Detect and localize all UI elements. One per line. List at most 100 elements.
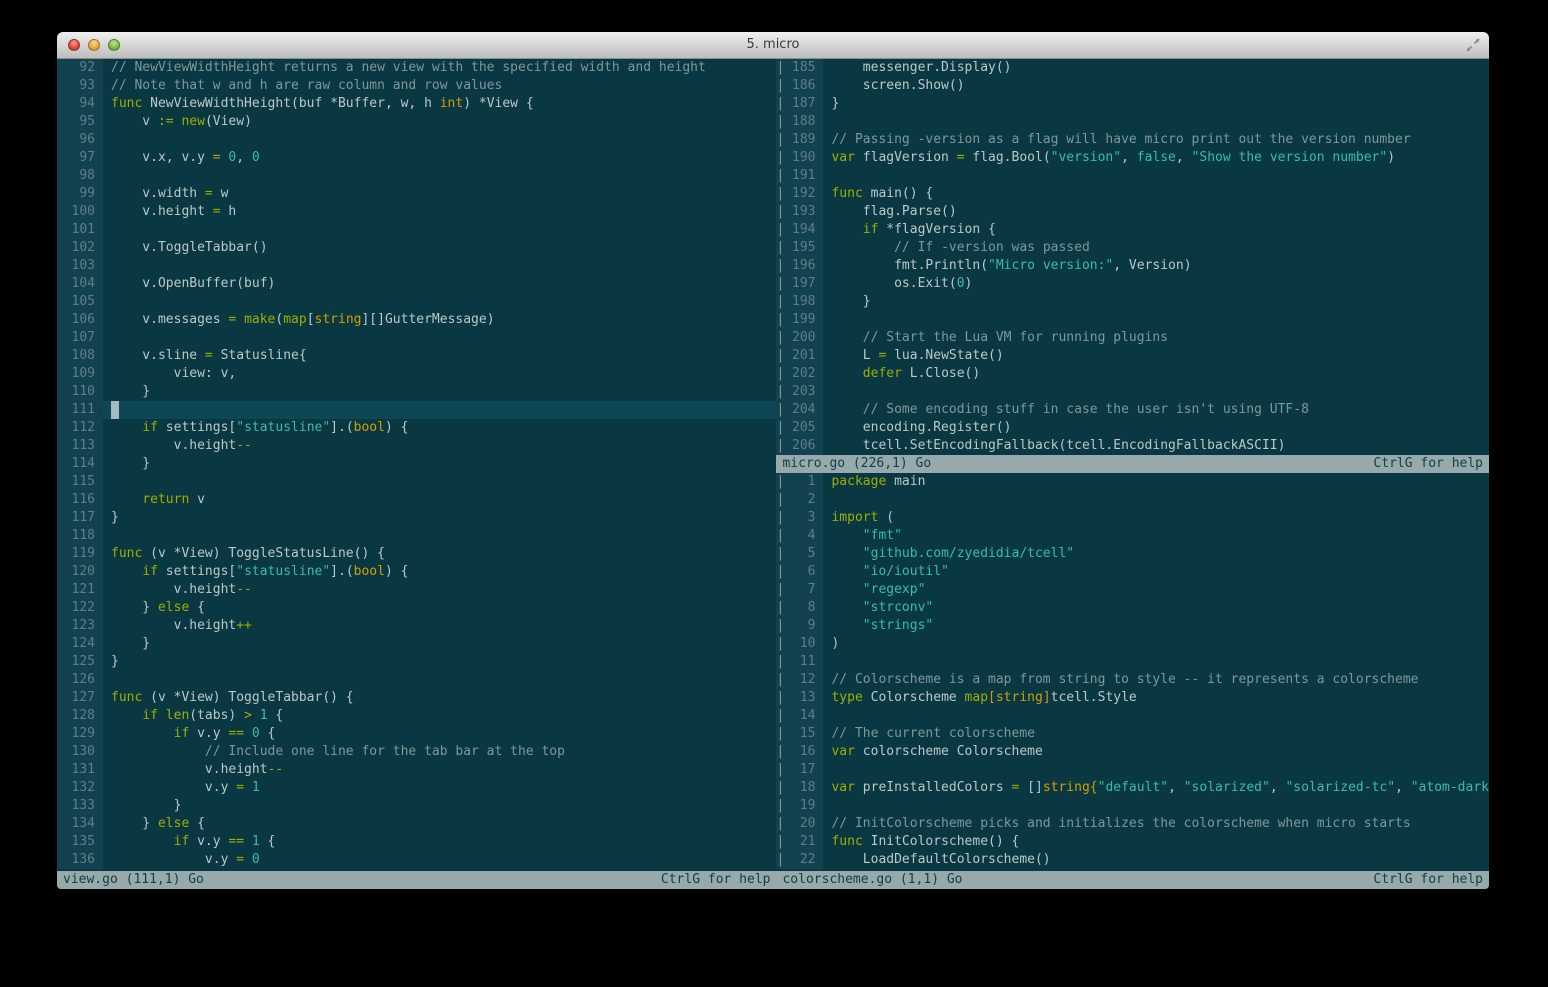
code-line[interactable]: 128 if len(tabs) > 1 { (57, 707, 776, 725)
code-line[interactable]: 116 return v (57, 491, 776, 509)
code-line[interactable]: | 21 func InitColorscheme() { (776, 833, 1489, 851)
code-line[interactable]: | 196 fmt.Println("Micro version:", Versi… (776, 257, 1489, 275)
line-number: 21 (785, 833, 824, 851)
code-line[interactable]: 123 v.height++ (57, 617, 776, 635)
code-line[interactable]: 92 // NewViewWidthHeight returns a new vi… (57, 59, 776, 77)
code-line[interactable]: | 187} (776, 95, 1489, 113)
code-line[interactable]: | 203 (776, 383, 1489, 401)
code-line[interactable]: | 185 messenger.Display() (776, 59, 1489, 77)
code-line[interactable]: 136 v.y = 0 (57, 851, 776, 869)
code-line[interactable]: | 9 "strings" (776, 617, 1489, 635)
code-line[interactable]: 99 v.width = w (57, 185, 776, 203)
code-line[interactable]: | 16 var colorscheme Colorscheme (776, 743, 1489, 761)
code-line[interactable]: 115 (57, 473, 776, 491)
title-bar[interactable]: 5. micro (57, 32, 1489, 59)
code-area[interactable]: | 185 messenger.Display() | 186 screen.Show… (776, 59, 1489, 455)
code-line[interactable]: 120 if settings["statusline"].(bool) { (57, 563, 776, 581)
code-line[interactable]: 111 (57, 401, 777, 419)
code-line[interactable]: | 202 defer L.Close() (776, 365, 1489, 383)
code-line[interactable]: | 194 if *flagVersion { (776, 221, 1489, 239)
code-line[interactable]: | 13 type Colorscheme map[string]tcell.Sty… (776, 689, 1489, 707)
code-line[interactable]: 131 v.height-- (57, 761, 776, 779)
code-line[interactable]: | 10) (776, 635, 1489, 653)
code-line[interactable]: 132 v.y = 1 (57, 779, 776, 797)
code-line[interactable]: | 199 (776, 311, 1489, 329)
code-line[interactable]: | 206 tcell.SetEncodingFallback(tcell.Enc… (776, 437, 1489, 455)
code-line[interactable]: 98 (57, 167, 776, 185)
editor-pane-micro-go[interactable]: | 185 messenger.Display() | 186 screen.Show… (776, 59, 1489, 473)
editor-pane-colorscheme-go[interactable]: | 1 package main | 2 | 3 import (| 4 "fmt" | 5 "gi… (776, 473, 1489, 889)
code-line[interactable]: 133 } (57, 797, 776, 815)
code-line[interactable]: 110 } (57, 383, 776, 401)
code-line[interactable]: | 190 var flagVersion = flag.Bool("version… (776, 149, 1489, 167)
code-line[interactable]: 117} (57, 509, 776, 527)
code-line[interactable]: 109 view: v, (57, 365, 776, 383)
code-line[interactable]: 126 (57, 671, 776, 689)
code-line[interactable]: | 20 // InitColorscheme picks and initiali… (776, 815, 1489, 833)
code-line[interactable]: | 201 L = lua.NewState() (776, 347, 1489, 365)
code-line[interactable]: | 7 "regexp" (776, 581, 1489, 599)
code-line[interactable]: | 193 flag.Parse() (776, 203, 1489, 221)
code-line[interactable]: 106 v.messages = make(map[string][]Gutte… (57, 311, 776, 329)
code-line[interactable]: 118 (57, 527, 776, 545)
code-line[interactable]: 122 } else { (57, 599, 776, 617)
code-line[interactable]: | 192 func main() { (776, 185, 1489, 203)
code-line[interactable]: 129 if v.y == 0 { (57, 725, 776, 743)
code-line[interactable]: 125} (57, 653, 776, 671)
fullscreen-arrows-icon[interactable] (1465, 37, 1481, 53)
code-line[interactable]: | 189 // Passing -version as a flag will h… (776, 131, 1489, 149)
code-line[interactable]: | 191 (776, 167, 1489, 185)
code-line[interactable]: | 11 (776, 653, 1489, 671)
code-line[interactable]: 101 (57, 221, 776, 239)
code-line[interactable]: 135 if v.y == 1 { (57, 833, 776, 851)
code-line[interactable]: 130 // Include one line for the tab bar … (57, 743, 776, 761)
code-line[interactable]: 121 v.height-- (57, 581, 776, 599)
code-area[interactable]: | 1 package main | 2 | 3 import (| 4 "fmt" | 5 "gi… (776, 473, 1489, 871)
code-line[interactable]: 119 func (v *View) ToggleStatusLine() { (57, 545, 776, 563)
code-line[interactable]: 105 (57, 293, 776, 311)
code-line[interactable]: 100 v.height = h (57, 203, 776, 221)
code-line[interactable]: | 195 // If -version was passed (776, 239, 1489, 257)
code-line[interactable]: 93 // Note that w and h are raw column an… (57, 77, 776, 95)
code-line[interactable]: 95 v := new(View) (57, 113, 776, 131)
code-line[interactable]: 114 } (57, 455, 776, 473)
code-line[interactable]: | 205 encoding.Register() (776, 419, 1489, 437)
code-line[interactable]: | 2 (776, 491, 1489, 509)
code-line[interactable]: 96 (57, 131, 776, 149)
code-line[interactable]: | 198 } (776, 293, 1489, 311)
code-line[interactable]: | 17 (776, 761, 1489, 779)
code-line[interactable]: | 12 // Colorscheme is a map from string t… (776, 671, 1489, 689)
code-line[interactable]: 127 func (v *View) ToggleTabbar() { (57, 689, 776, 707)
code-line[interactable]: 108 v.sline = Statusline{ (57, 347, 776, 365)
code-line[interactable]: | 5 "github.com/zyedidia/tcell" (776, 545, 1489, 563)
code-line[interactable]: | 204 // Some encoding stuff in case the … (776, 401, 1489, 419)
code-line[interactable]: 104 v.OpenBuffer(buf) (57, 275, 776, 293)
code-line[interactable]: | 15 // The current colorscheme (776, 725, 1489, 743)
code-line[interactable]: 112 if settings["statusline"].(bool) { (57, 419, 776, 437)
code-line[interactable]: | 14 (776, 707, 1489, 725)
code-line[interactable]: | 22 LoadDefaultColorscheme() (776, 851, 1489, 869)
code-token: "default" (1097, 780, 1169, 795)
code-line[interactable]: | 200 // Start the Lua VM for running plu… (776, 329, 1489, 347)
code-line[interactable]: 97 v.x, v.y = 0, 0 (57, 149, 776, 167)
code-line[interactable]: | 19 (776, 797, 1489, 815)
code-line[interactable]: 134 } else { (57, 815, 776, 833)
code-line[interactable]: 103 (57, 257, 776, 275)
code-line[interactable]: 94 func NewViewWidthHeight(buf *Buffer, w… (57, 95, 776, 113)
editor-pane-view-go[interactable]: 92 // NewViewWidthHeight returns a new vi… (57, 59, 777, 889)
code-area[interactable]: 92 // NewViewWidthHeight returns a new vi… (57, 59, 777, 871)
code-line[interactable]: | 8 "strconv" (776, 599, 1489, 617)
code-line[interactable]: 113 v.height-- (57, 437, 776, 455)
code-line[interactable]: | 3 import ( (776, 509, 1489, 527)
code-line[interactable]: | 197 os.Exit(0) (776, 275, 1489, 293)
code-line[interactable]: | 6 "io/ioutil" (776, 563, 1489, 581)
code-line[interactable]: | 1 package main (776, 473, 1489, 491)
code-line[interactable]: | 186 screen.Show() (776, 77, 1489, 95)
code-line[interactable]: | 188 (776, 113, 1489, 131)
code-line[interactable]: 102 v.ToggleTabbar() (57, 239, 776, 257)
code-line[interactable]: | 4 "fmt" (776, 527, 1489, 545)
code-line[interactable]: 107 (57, 329, 776, 347)
code-line[interactable]: | 18 var preInstalledColors = []string{"de… (776, 779, 1489, 797)
code-line[interactable]: 124 } (57, 635, 776, 653)
line-number: 94 (57, 95, 103, 113)
